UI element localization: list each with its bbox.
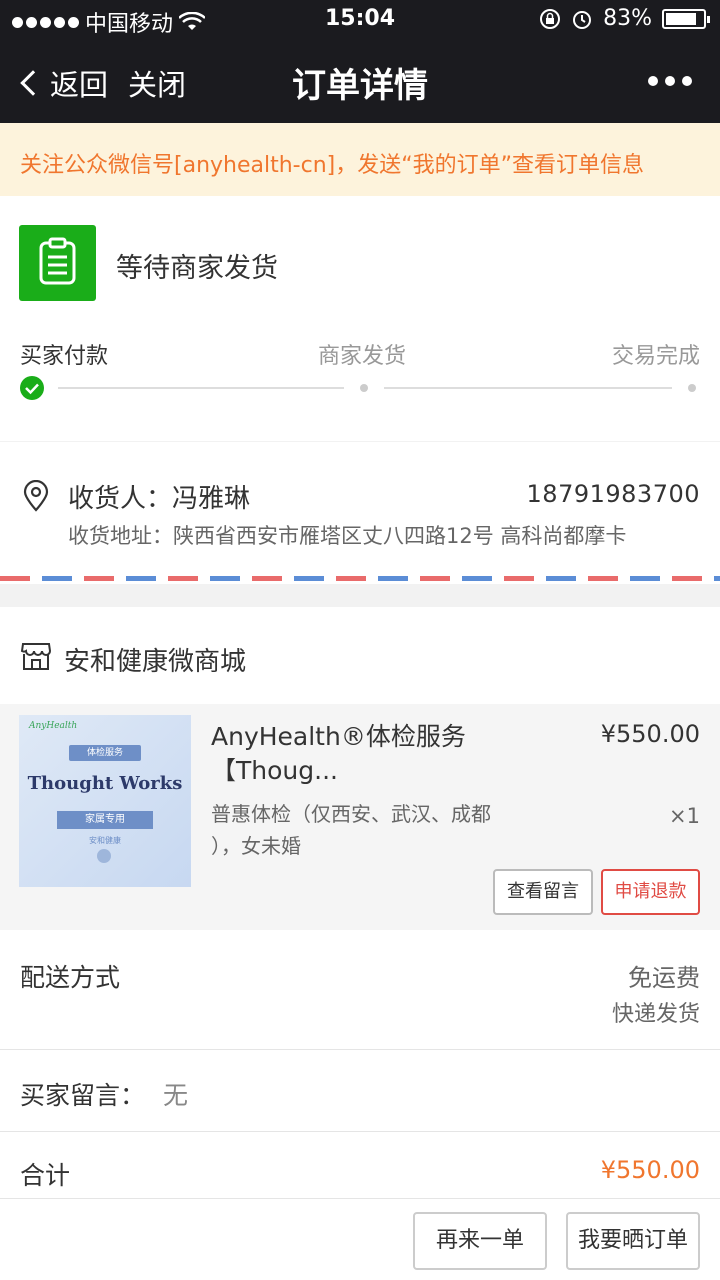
progress-track [0, 374, 720, 404]
total-label: 合计 [20, 1161, 71, 1190]
order-status-text: 等待商家发货 [116, 253, 278, 284]
thumb-tag: 体检服务 [69, 745, 141, 761]
status-right: 83% [539, 6, 710, 31]
reorder-button[interactable]: 再来一单 [413, 1212, 547, 1270]
product-price: ¥550.00 [600, 720, 700, 748]
store-icon [20, 643, 52, 670]
progress-line-2 [384, 387, 672, 389]
product-item[interactable]: AnyHealth 体检服务 Thought Works 家属专用 安和健康 A… [0, 704, 720, 930]
thumb-subtag: 家属专用 [57, 811, 153, 829]
location-pin-icon [23, 480, 49, 512]
navbar: 返回 关闭 订单详情 [0, 40, 720, 123]
product-spec: 普惠体检（仅西安、武汉、成都 ），女未婚 [211, 798, 541, 862]
product-spec-line1: 普惠体检（仅西安、武汉、成都 [211, 802, 491, 826]
receiver-name: 收货人：冯雅琳 [68, 484, 251, 514]
delivery-row: 配送方式 免运费 快递发货 [0, 930, 720, 1050]
address-section[interactable]: 收货人：冯雅琳 18791983700 收货地址：陕西省西安市雁塔区丈八四路12… [0, 442, 720, 584]
alarm-icon [573, 10, 592, 29]
follow-notice: 关注公众微信号[anyhealth-cn]，发送“我的订单”查看订单信息 [0, 123, 720, 196]
product-quantity: ×1 [669, 804, 700, 828]
order-status-section: 等待商家发货 买家付款 商家发货 交易完成 [0, 196, 720, 441]
page-title: 订单详情 [292, 66, 428, 106]
shipping-address: 收货地址：陕西省西安市雁塔区丈八四路12号 高科尚都摩卡 [68, 524, 627, 548]
total-row: 合计 ¥550.00 [0, 1132, 720, 1198]
bottom-action-bar: 再来一单 我要晒订单 [0, 1198, 720, 1280]
thumb-footer: 安和健康 [89, 836, 121, 845]
step-label-paid: 买家付款 [20, 344, 109, 369]
share-order-button[interactable]: 我要晒订单 [566, 1212, 700, 1270]
status-bar: 中国移动 15:04 83% [0, 0, 720, 40]
delivery-label: 配送方式 [20, 963, 121, 992]
receiver-phone: 18791983700 [526, 480, 700, 508]
thumb-title: Thought Works [27, 773, 183, 794]
step-label-shipped: 商家发货 [318, 344, 407, 369]
delivery-fee: 免运费 [628, 964, 700, 992]
shop-header[interactable]: 安和健康微商城 [0, 607, 720, 704]
battery-percent: 83% [603, 6, 652, 31]
more-menu-button[interactable] [648, 76, 692, 86]
product-spec-line2: ），女未婚 [211, 834, 301, 858]
delivery-method: 快递发货 [611, 1002, 700, 1027]
buyer-message-value: 无 [163, 1081, 189, 1110]
progress-dot-3 [688, 384, 696, 392]
view-message-button[interactable]: 查看留言 [493, 869, 593, 915]
progress-dot-2 [360, 384, 368, 392]
thumb-brand: AnyHealth [29, 721, 78, 731]
buyer-message-label: 买家留言： [20, 1081, 146, 1110]
step-label-complete: 交易完成 [611, 344, 700, 369]
shop-name: 安和健康微商城 [64, 647, 247, 677]
product-title: AnyHealth®体检服务 【Thoug... [211, 720, 501, 788]
rotation-lock-icon [540, 8, 561, 29]
thumb-badge [97, 849, 111, 863]
total-amount: ¥550.00 [600, 1156, 700, 1184]
refund-button[interactable]: 申请退款 [601, 869, 700, 915]
product-title-line1: AnyHealth®体检服务 [211, 722, 466, 751]
check-icon [20, 376, 44, 400]
progress-line-1 [58, 387, 344, 389]
battery-icon [662, 8, 710, 29]
airmail-divider [0, 576, 720, 581]
product-title-line2: 【Thoug... [211, 756, 338, 785]
buyer-message-row: 买家留言： 无 [0, 1050, 720, 1132]
product-thumbnail: AnyHealth 体检服务 Thought Works 家属专用 安和健康 [19, 715, 191, 887]
clipboard-icon [19, 225, 96, 301]
